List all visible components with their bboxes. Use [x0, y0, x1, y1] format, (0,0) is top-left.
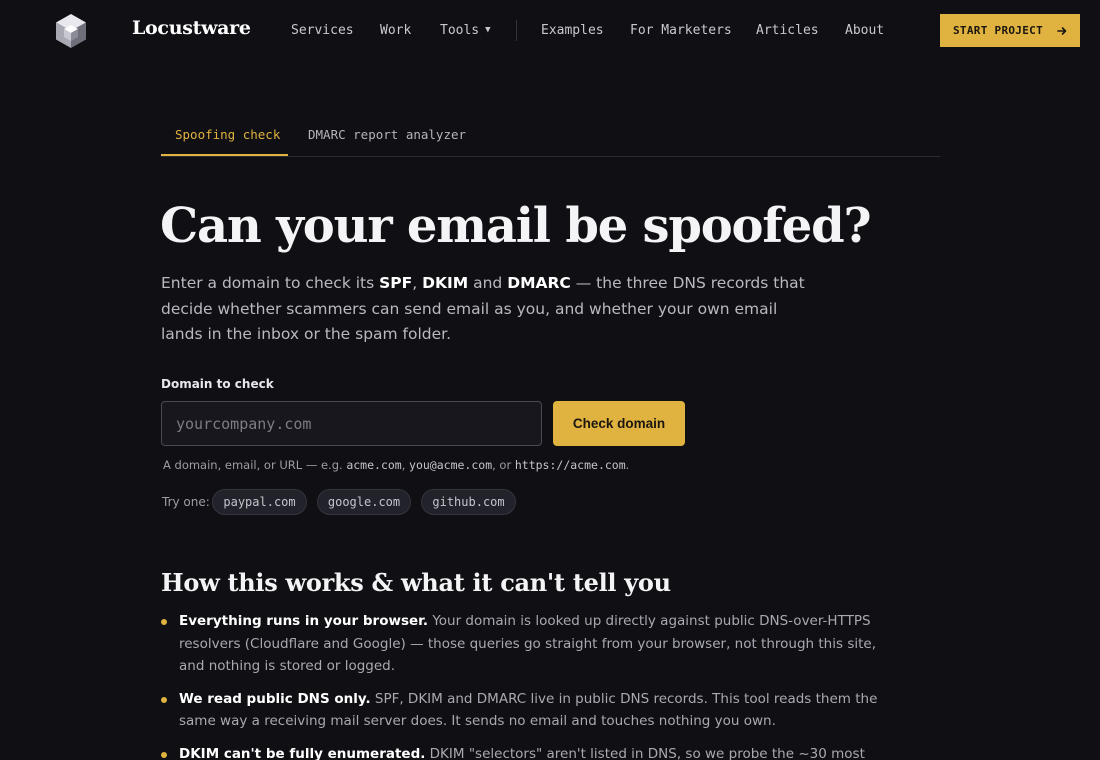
- start-project-label: START PROJECT: [953, 24, 1043, 37]
- intro-part: Enter a domain to check its: [161, 274, 380, 292]
- active-tab-indicator: [161, 154, 288, 156]
- intro-dmarc: DMARC: [507, 274, 571, 292]
- intro-spf: SPF: [379, 274, 413, 292]
- hint-example: acme.com: [346, 458, 402, 472]
- domain-field-label: Domain to check: [161, 377, 274, 391]
- nav-articles[interactable]: Articles: [756, 23, 819, 38]
- intro-part: and: [468, 274, 508, 292]
- nav-examples[interactable]: Examples: [541, 23, 604, 38]
- hint-text: , or: [492, 458, 515, 472]
- hint-text: .: [625, 458, 630, 472]
- example-chip-paypal[interactable]: paypal.com: [212, 489, 307, 515]
- tab-dmarc-report-analyzer[interactable]: DMARC report analyzer: [308, 127, 466, 142]
- domain-input[interactable]: [161, 401, 542, 446]
- page-title: Can your email be spoofed?: [160, 198, 872, 254]
- tool-tabs: Spoofing check DMARC report analyzer: [161, 116, 940, 157]
- nav-divider: [516, 20, 517, 41]
- intro-dkim: DKIM: [422, 274, 469, 292]
- nav-tools-label: Tools: [440, 23, 480, 38]
- hint-text: A domain, email, or URL — e.g.: [163, 458, 347, 472]
- item-heading: Everything runs in your browser.: [179, 613, 429, 629]
- site-header: Locustware Services Work Tools ▼ Examples…: [0, 0, 1100, 62]
- arrow-right-icon: [1057, 26, 1067, 35]
- intro-text: Enter a domain to check its SPF, DKIM an…: [161, 271, 821, 348]
- input-hint: A domain, email, or URL — e.g. acme.com,…: [163, 458, 629, 472]
- chevron-down-icon: ▼: [485, 25, 491, 35]
- example-chip-google[interactable]: google.com: [317, 489, 411, 515]
- tab-spoofing-check[interactable]: Spoofing check: [175, 127, 280, 142]
- try-one-label: Try one:: [162, 495, 210, 509]
- nav-for-marketers[interactable]: For Marketers: [630, 23, 732, 38]
- item-heading: We read public DNS only.: [179, 690, 371, 707]
- list-item: Everything runs in your browser. Your do…: [161, 610, 901, 678]
- example-chip-github[interactable]: github.com: [421, 489, 516, 515]
- check-domain-button[interactable]: Check domain: [553, 401, 685, 446]
- cube-logo-icon[interactable]: [54, 13, 88, 49]
- hint-example: you@acme.com: [409, 458, 493, 472]
- nav-services[interactable]: Services: [291, 23, 354, 38]
- item-heading: DKIM can't be fully enumerated.: [179, 745, 426, 760]
- nav-tools[interactable]: Tools ▼: [440, 23, 491, 38]
- list-item: DKIM can't be fully enumerated. DKIM "se…: [161, 743, 901, 760]
- how-section-title: How this works & what it can't tell you: [161, 568, 671, 597]
- hint-example: https://acme.com: [514, 458, 626, 472]
- list-item: We read public DNS only. SPF, DKIM and D…: [161, 688, 901, 733]
- brand-name[interactable]: Locustware: [132, 17, 251, 39]
- nav-work[interactable]: Work: [380, 23, 411, 38]
- start-project-button[interactable]: START PROJECT: [940, 14, 1080, 47]
- how-list: Everything runs in your browser. Your do…: [161, 610, 901, 760]
- hint-text: ,: [401, 458, 410, 472]
- intro-part: ,: [412, 274, 423, 292]
- nav-about[interactable]: About: [845, 23, 884, 38]
